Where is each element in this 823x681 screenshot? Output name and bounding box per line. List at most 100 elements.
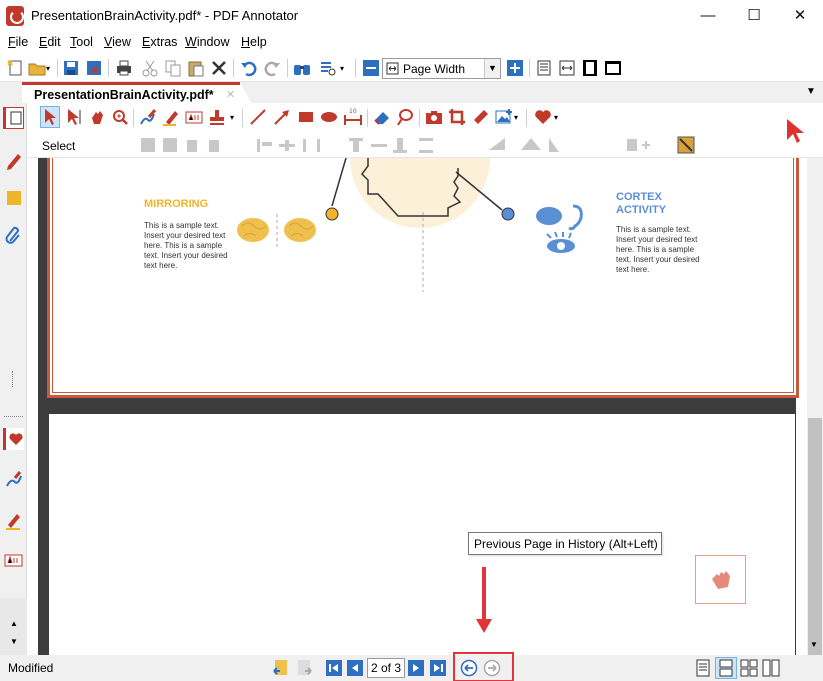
ellipse-tool-icon[interactable]: [320, 108, 338, 126]
menu-window[interactable]: Window: [185, 35, 229, 49]
previous-page-button[interactable]: [347, 660, 363, 676]
last-page-icon: [434, 664, 443, 672]
highlighter-tool-icon[interactable]: [162, 108, 180, 126]
fit-width-icon[interactable]: [558, 59, 576, 77]
fit-page-icon[interactable]: [535, 59, 553, 77]
zoom-out-icon[interactable]: [362, 59, 380, 77]
eraser-tool-icon[interactable]: [373, 108, 391, 126]
zoom-in-icon[interactable]: [506, 59, 524, 77]
first-page-button[interactable]: [326, 660, 342, 676]
last-page-button[interactable]: [430, 660, 446, 676]
two-page-continuous-icon[interactable]: [762, 659, 780, 677]
maximize-button[interactable]: ☐: [731, 0, 777, 31]
cut-icon[interactable]: [141, 59, 159, 77]
separator: [367, 109, 368, 127]
continuous-view-button[interactable]: [715, 657, 737, 679]
snapshot-tool-icon[interactable]: [425, 108, 443, 126]
ruler-tool-icon[interactable]: [472, 108, 490, 126]
favorite-highlighter-icon[interactable]: [3, 509, 24, 531]
find-binoculars-icon[interactable]: [293, 59, 311, 77]
menu-edit[interactable]: Edit: [39, 35, 61, 49]
scroll-up-icon[interactable]: ▲: [10, 619, 18, 628]
sidebar-scrollbar[interactable]: ▲ ▼: [0, 598, 27, 655]
favorite-text-icon[interactable]: [3, 549, 24, 571]
annotation-toolbar: ▾ 10 ▾ ▾ Select: [27, 103, 823, 158]
redo-icon[interactable]: [263, 59, 281, 77]
measure-tool-icon[interactable]: 10: [343, 106, 363, 126]
next-page-button[interactable]: [408, 660, 424, 676]
menu-help[interactable]: Help: [241, 35, 267, 49]
close-button[interactable]: ✕: [777, 0, 823, 31]
annotation-properties-icon[interactable]: [677, 136, 697, 154]
splitter-grip[interactable]: [4, 416, 23, 417]
copy-icon[interactable]: [164, 59, 182, 77]
scrollbar-thumb[interactable]: [808, 418, 822, 655]
attachment-icon[interactable]: [3, 225, 24, 247]
favorites-panel-button[interactable]: [3, 428, 24, 450]
pen-tool-icon[interactable]: [139, 108, 157, 126]
crop-tool-icon[interactable]: [448, 108, 466, 126]
page-2[interactable]: [49, 414, 795, 655]
insert-dropdown-icon[interactable]: ▾: [514, 113, 518, 122]
text-box-tool-icon[interactable]: [185, 108, 203, 126]
paste-icon[interactable]: [187, 59, 205, 77]
zoom-level-select[interactable]: Page Width ▼: [382, 58, 501, 79]
hand-cursor-box: [695, 555, 746, 604]
stamp-tool-icon[interactable]: [208, 108, 226, 126]
left-sidebar: ▲ ▼: [0, 103, 27, 655]
new-document-icon[interactable]: [6, 59, 24, 77]
zoom-tool-icon[interactable]: [111, 108, 129, 126]
scroll-down-icon[interactable]: ▼: [10, 637, 18, 646]
scroll-down-icon[interactable]: ▼: [810, 640, 818, 649]
tab-list-dropdown-icon[interactable]: ▼: [801, 83, 821, 101]
separator: [526, 109, 527, 127]
open-folder-icon[interactable]: [28, 59, 46, 77]
tab-presentation-brain-activity[interactable]: PresentationBrainActivity.pdf* ✕: [22, 82, 240, 104]
delete-icon[interactable]: [210, 59, 228, 77]
print-icon[interactable]: [115, 59, 133, 77]
svg-text:10: 10: [349, 108, 357, 115]
add-to-favorites-icon: [627, 139, 650, 151]
hand-tool-icon[interactable]: [88, 108, 106, 126]
notes-icon[interactable]: [3, 187, 24, 209]
arrow-tool-icon[interactable]: [273, 108, 291, 126]
line-tool-icon[interactable]: [249, 108, 267, 126]
stamp-dropdown-icon[interactable]: ▾: [230, 113, 234, 122]
separator: [287, 59, 288, 77]
lasso-tool-icon[interactable]: [396, 108, 414, 126]
tab-close-icon[interactable]: ✕: [226, 88, 235, 101]
menu-bar: File Edit Tool View Extras Window Help: [0, 31, 823, 53]
undo-icon[interactable]: [240, 59, 258, 77]
thumbnails-panel-button[interactable]: [3, 107, 24, 129]
select-tool-button[interactable]: [40, 106, 60, 128]
next-document-icon[interactable]: [295, 659, 313, 677]
splitter-grip[interactable]: [12, 371, 15, 387]
open-dropdown-icon[interactable]: ▾: [46, 64, 50, 73]
full-screen-icon[interactable]: [581, 59, 599, 77]
document-tab-bar: PresentationBrainActivity.pdf* ✕: [0, 82, 823, 104]
menu-file[interactable]: File: [8, 35, 28, 49]
separator: [108, 59, 109, 77]
favorites-dropdown-icon[interactable]: ▾: [554, 113, 558, 122]
minimize-button[interactable]: —: [685, 0, 731, 31]
favorites-heart-icon[interactable]: [534, 108, 552, 126]
pen-annotations-icon[interactable]: [3, 149, 24, 171]
single-page-view-icon[interactable]: [694, 659, 712, 677]
rectangle-tool-icon[interactable]: [297, 108, 315, 126]
find-annotations-icon[interactable]: [319, 59, 337, 77]
chevron-down-icon[interactable]: ▼: [484, 59, 500, 78]
vertical-scrollbar[interactable]: ▼: [807, 158, 823, 655]
find-dropdown-icon[interactable]: ▾: [340, 64, 344, 73]
menu-tool[interactable]: Tool: [70, 35, 93, 49]
presentation-icon[interactable]: [604, 59, 622, 77]
insert-image-tool-icon[interactable]: [495, 108, 513, 126]
menu-extras[interactable]: Extras: [142, 35, 177, 49]
menu-view[interactable]: View: [104, 35, 131, 49]
page-number-input[interactable]: 2 of 3: [367, 658, 405, 678]
favorite-pen-icon[interactable]: [3, 468, 24, 490]
save-icon[interactable]: [62, 59, 80, 77]
previous-document-icon[interactable]: [272, 659, 290, 677]
select-text-tool-icon[interactable]: [65, 108, 83, 126]
two-page-view-icon[interactable]: [740, 659, 758, 677]
save-all-icon[interactable]: [85, 59, 103, 77]
